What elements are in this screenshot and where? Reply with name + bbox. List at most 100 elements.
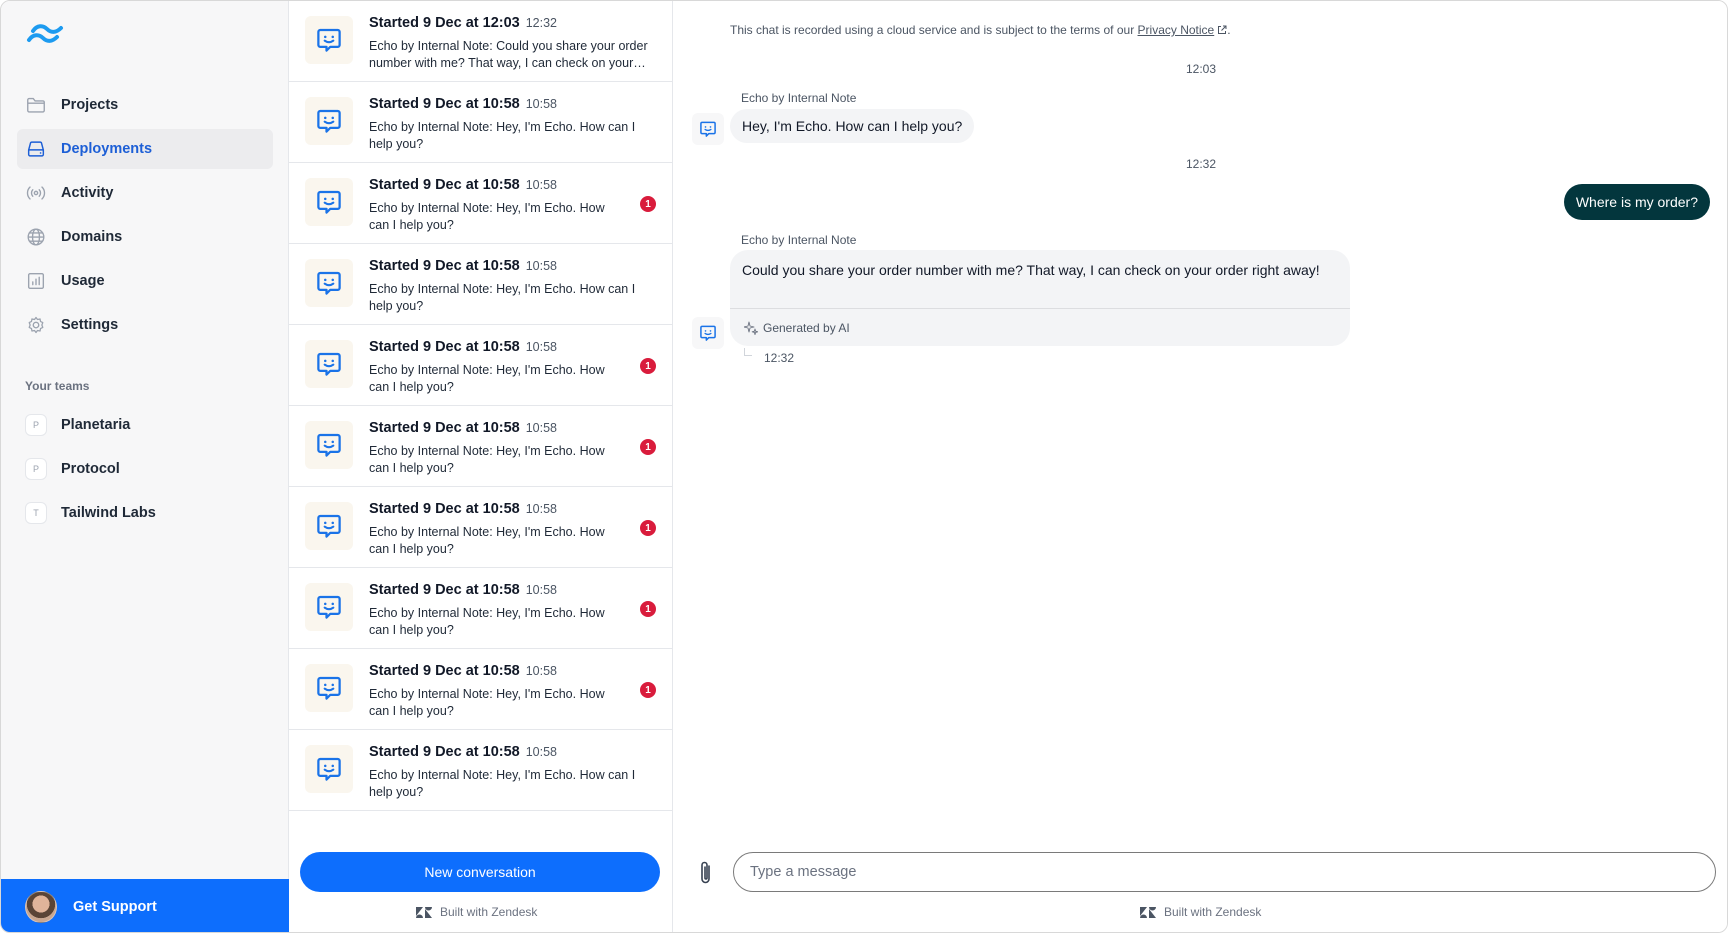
conversation-preview: Echo by Internal Note: Hey, I'm Echo. Ho… (369, 201, 605, 232)
nav-label: Deployments (61, 141, 153, 157)
bot-message: Hey, I'm Echo. How can I help you? (730, 109, 975, 143)
conversation-time: 10:58 (525, 502, 557, 516)
unread-badge: 1 (640, 520, 656, 536)
bot-avatar-icon (305, 745, 353, 793)
team-label: Planetaria (61, 417, 131, 433)
unread-badge: 1 (640, 358, 656, 374)
conversation-started: Started 9 Dec at 10:58 (369, 96, 520, 112)
nav-label: Domains (61, 229, 123, 245)
conversation-title: Started 9 Dec at 10:58 10:58 (369, 744, 557, 760)
get-support-label: Get Support (73, 898, 157, 915)
conversation-preview: Echo by Internal Note: Hey, I'm Echo. Ho… (369, 606, 605, 637)
conversation-item[interactable]: Started 9 Dec at 10:58 10:58 Echo by Inter… (289, 730, 672, 811)
message-input[interactable] (733, 852, 1716, 892)
bot-avatar-icon (305, 178, 353, 226)
unread-badge: 1 (640, 196, 656, 212)
timestamp: 12:03 (1186, 62, 1217, 76)
conversation-item[interactable]: Started 9 Dec at 12:03 12:32 Echo by Inter… (289, 1, 672, 82)
bot-avatar-icon (305, 502, 353, 550)
tailwind-logo-icon[interactable] (25, 21, 65, 47)
globe-icon (25, 226, 47, 248)
bot-avatar-icon (692, 317, 724, 349)
privacy-notice: This chat is recorded using a cloud serv… (730, 23, 1231, 38)
attachment-icon[interactable] (696, 859, 716, 887)
nav-item-deployments[interactable]: Deployments (17, 129, 273, 169)
conversation-title: Started 9 Dec at 10:58 10:58 (369, 582, 557, 598)
nav-item-usage[interactable]: Usage (17, 261, 273, 301)
gear-icon (25, 314, 47, 336)
conversation-item[interactable]: Started 9 Dec at 10:58 10:58 Echo by Inter… (289, 163, 672, 244)
external-link-icon (1217, 24, 1227, 38)
conversation-item[interactable]: Started 9 Dec at 10:58 10:58 Echo by Inter… (289, 325, 672, 406)
conversation-preview: Echo by Internal Note: Hey, I'm Echo. Ho… (369, 687, 605, 718)
built-with-zendesk[interactable]: Built with Zendesk (416, 905, 537, 919)
team-item-tailwind-labs[interactable]: T Tailwind Labs (17, 493, 273, 533)
conversation-title: Started 9 Dec at 10:58 10:58 (369, 663, 557, 679)
team-initial: T (25, 502, 47, 524)
get-support-button[interactable]: Get Support (1, 879, 289, 932)
avatar (25, 890, 57, 923)
conversation-title: Started 9 Dec at 10:58 10:58 (369, 420, 557, 436)
new-conversation-button[interactable]: New conversation (300, 852, 660, 892)
conversation-preview: Echo by Internal Note: Hey, I'm Echo. Ho… (369, 768, 636, 799)
message-text: Where is my order? (1575, 194, 1698, 210)
chart-icon (25, 270, 47, 292)
conversation-time: 12:32 (525, 16, 557, 30)
conversation-started: Started 9 Dec at 10:58 (369, 258, 520, 274)
nav-label: Projects (61, 97, 119, 113)
zendesk-logo-icon (416, 906, 432, 918)
conversation-item[interactable]: Started 9 Dec at 10:58 10:58 Echo by Inter… (289, 487, 672, 568)
team-item-protocol[interactable]: P Protocol (17, 449, 273, 489)
built-with-label: Built with Zendesk (1164, 905, 1262, 919)
team-label: Tailwind Labs (61, 505, 156, 521)
privacy-notice-link[interactable]: Privacy Notice (1138, 23, 1215, 37)
nav-item-activity[interactable]: Activity (17, 173, 273, 213)
notice-text: This chat is recorded using a cloud serv… (730, 23, 1138, 37)
bot-avatar-icon (692, 113, 724, 145)
team-initial: P (25, 458, 47, 480)
conversation-item[interactable]: Started 9 Dec at 10:58 10:58 Echo by Inter… (289, 82, 672, 163)
conversation-time: 10:58 (525, 664, 557, 678)
conversation-item[interactable]: Started 9 Dec at 10:58 10:58 Echo by Inter… (289, 568, 672, 649)
conversation-title: Started 9 Dec at 10:58 10:58 (369, 339, 557, 355)
sparkle-icon (744, 321, 758, 335)
conversation-time: 10:58 (525, 421, 557, 435)
main-nav: Projects Deployments Activity Domains Us… (17, 85, 273, 349)
bot-avatar-icon (305, 664, 353, 712)
built-with-zendesk[interactable]: Built with Zendesk (1140, 905, 1261, 919)
conversation-time: 10:58 (525, 583, 557, 597)
conversation-item[interactable]: Started 9 Dec at 10:58 10:58 Echo by Inter… (289, 406, 672, 487)
conversation-started: Started 9 Dec at 10:58 (369, 420, 520, 436)
folder-icon (25, 94, 47, 116)
unread-badge: 1 (640, 601, 656, 617)
conversation-started: Started 9 Dec at 10:58 (369, 663, 520, 679)
conversation-list: Started 9 Dec at 12:03 12:32 Echo by Inter… (289, 1, 673, 932)
conversation-started: Started 9 Dec at 10:58 (369, 177, 520, 193)
conversation-preview: Echo by Internal Note: Hey, I'm Echo. Ho… (369, 120, 636, 151)
bot-avatar-icon (305, 340, 353, 388)
conversation-preview: Echo by Internal Note: Hey, I'm Echo. Ho… (369, 363, 605, 394)
signal-icon (25, 182, 47, 204)
team-item-planetaria[interactable]: P Planetaria (17, 405, 273, 445)
bot-message-ai: Could you share your order number with m… (730, 250, 1350, 346)
teams-heading: Your teams (25, 379, 90, 393)
nav-item-settings[interactable]: Settings (17, 305, 273, 345)
conversation-preview: Echo by Internal Note: Could you share y… (369, 39, 648, 70)
conversation-item[interactable]: Started 9 Dec at 10:58 10:58 Echo by Inter… (289, 244, 672, 325)
nav-label: Activity (61, 185, 114, 201)
nav-label: Settings (61, 317, 119, 333)
nav-item-domains[interactable]: Domains (17, 217, 273, 257)
message-text: Hey, I'm Echo. How can I help you? (742, 118, 963, 134)
message-text: Could you share your order number with m… (742, 262, 1320, 278)
conversation-title: Started 9 Dec at 12:03 12:32 (369, 15, 557, 31)
unread-badge: 1 (640, 439, 656, 455)
team-initial: P (25, 414, 47, 436)
conversation-time: 10:58 (525, 340, 557, 354)
conversation-item[interactable]: Started 9 Dec at 10:58 10:58 Echo by Inter… (289, 649, 672, 730)
generated-label: Generated by AI (763, 320, 850, 335)
conversation-started: Started 9 Dec at 10:58 (369, 582, 520, 598)
server-icon (25, 138, 47, 160)
nav-item-projects[interactable]: Projects (17, 85, 273, 125)
conversation-time: 10:58 (525, 178, 557, 192)
conversation-started: Started 9 Dec at 12:03 (369, 15, 520, 31)
